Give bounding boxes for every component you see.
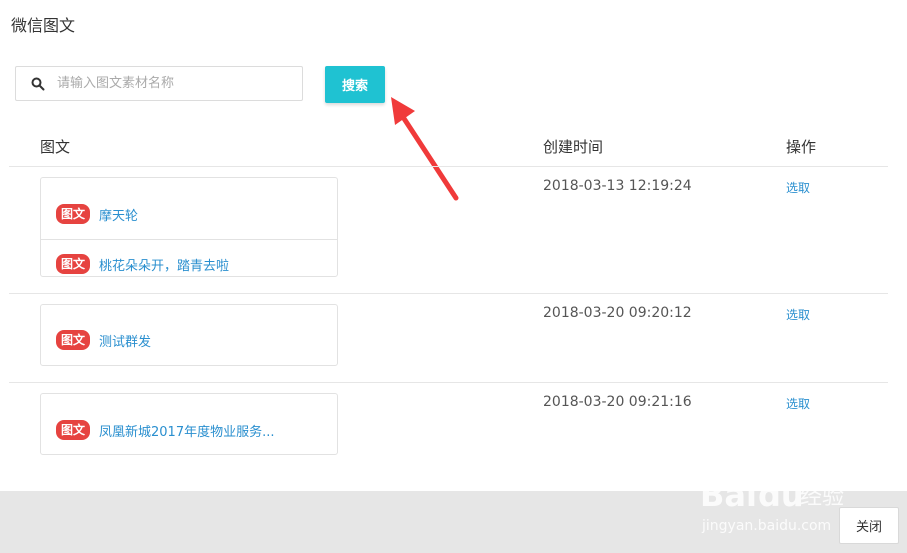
- table-row: 图文 测试群发 2018-03-20 09:20:12 选取: [9, 294, 888, 383]
- article-badge: 图文: [56, 204, 91, 224]
- article-item[interactable]: 图文 摩天轮: [41, 199, 337, 229]
- article-card: 图文 凤凰新城2017年度物业服务...: [40, 393, 338, 455]
- article-card: 图文 测试群发: [40, 304, 338, 366]
- select-link[interactable]: 选取: [786, 306, 810, 323]
- search-button[interactable]: 搜索: [325, 66, 385, 103]
- svg-text:Bai: Bai: [700, 476, 757, 514]
- svg-text:du: du: [758, 476, 804, 514]
- created-time: 2018-03-20 09:21:16: [543, 394, 692, 410]
- column-header-action: 操作: [786, 138, 817, 156]
- article-card: 图文 摩天轮 图文 桃花朵朵开，踏青去啦: [40, 177, 338, 277]
- article-title[interactable]: 测试群发: [99, 331, 151, 350]
- column-header-created-time: 创建时间: [543, 138, 604, 156]
- baidu-jingyan-watermark: Bai du 经验 jingyan.baidu.com: [700, 459, 844, 534]
- article-item[interactable]: 图文 测试群发: [41, 325, 337, 355]
- column-header-article: 图文: [40, 138, 71, 156]
- table-header: 图文 创建时间 操作: [9, 128, 888, 167]
- svg-text:经验: 经验: [800, 485, 844, 510]
- search-box[interactable]: [15, 66, 303, 101]
- search-input[interactable]: [55, 75, 302, 92]
- article-badge: 图文: [56, 330, 91, 350]
- article-badge: 图文: [56, 254, 91, 274]
- close-button[interactable]: 关闭: [839, 507, 899, 544]
- created-time: 2018-03-13 12:19:24: [543, 178, 692, 194]
- table-row: 图文 摩天轮 图文 桃花朵朵开，踏青去啦 2018-03-13 12:19:24…: [9, 166, 888, 294]
- article-item[interactable]: 图文 凤凰新城2017年度物业服务...: [41, 415, 337, 445]
- select-link[interactable]: 选取: [786, 179, 810, 196]
- article-title[interactable]: 摩天轮: [99, 205, 138, 224]
- article-title[interactable]: 凤凰新城2017年度物业服务...: [99, 421, 274, 440]
- article-badge: 图文: [56, 420, 91, 440]
- created-time: 2018-03-20 09:20:12: [543, 305, 692, 321]
- search-icon: [31, 77, 45, 90]
- card-divider: [41, 239, 337, 240]
- select-link[interactable]: 选取: [786, 395, 810, 412]
- page-title: 微信图文: [11, 16, 76, 35]
- article-title[interactable]: 桃花朵朵开，踏青去啦: [99, 255, 229, 274]
- svg-text:jingyan.baidu.com: jingyan.baidu.com: [701, 518, 831, 534]
- article-item[interactable]: 图文 桃花朵朵开，踏青去啦: [41, 249, 337, 279]
